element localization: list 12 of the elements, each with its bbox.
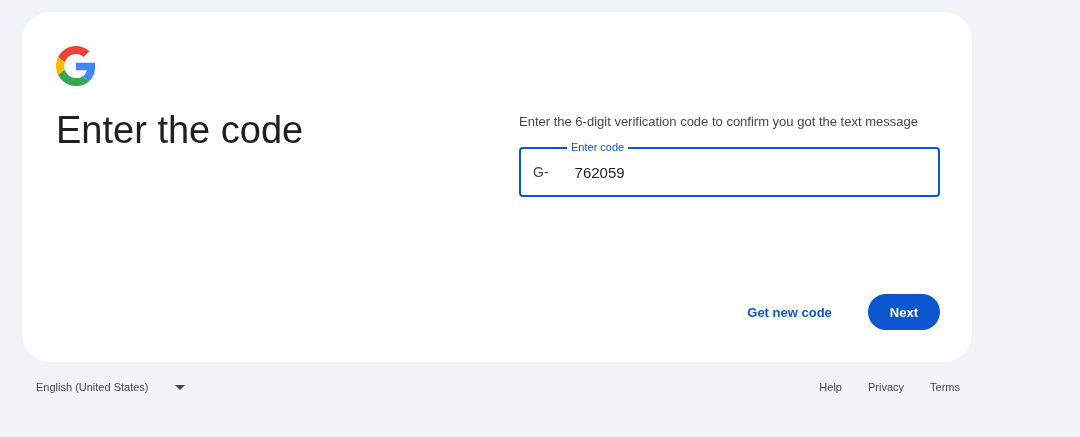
language-selector[interactable]: English (United States) [36, 381, 185, 393]
next-button[interactable]: Next [867, 294, 940, 330]
footer-link[interactable]: Terms [930, 381, 960, 393]
footer-link[interactable]: Privacy [868, 381, 905, 393]
code-prefix: G- [533, 164, 549, 180]
caret-icon [174, 384, 185, 390]
google-logo-icon [56, 46, 96, 86]
text-button[interactable]: Get new code [733, 294, 846, 330]
instruction-text: Enter the 6-digit verification code to confirm you got the text message [519, 114, 919, 129]
field-label: Enter code [567, 141, 629, 154]
footer-link[interactable]: Help [819, 381, 842, 393]
page-heading: Enter the code [56, 108, 305, 153]
